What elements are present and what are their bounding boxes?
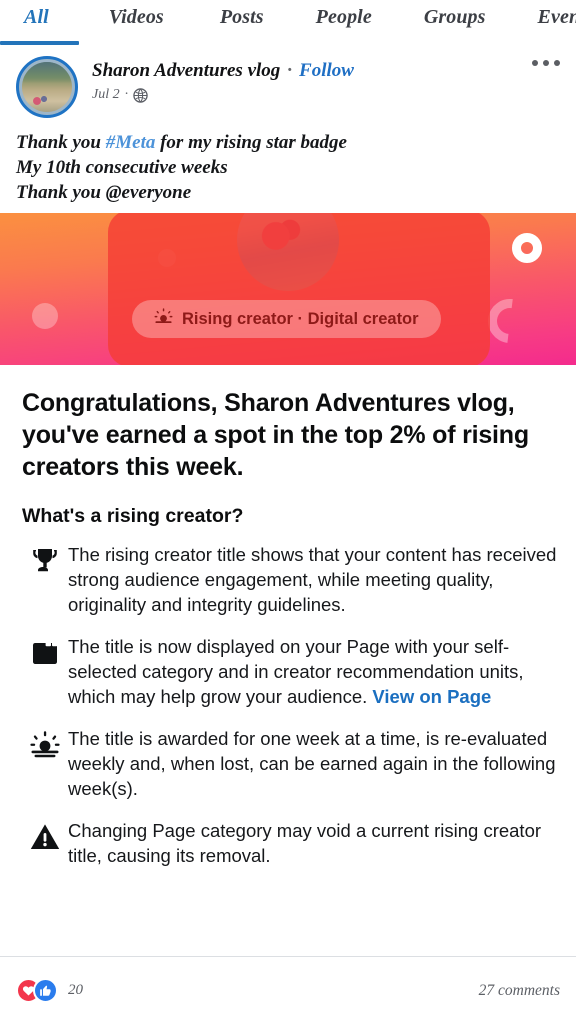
like-reaction-icon [33,978,58,1003]
sunrise-icon [22,726,68,761]
post-text-line-2: My 10th consecutive weeks [16,157,228,178]
active-tab-indicator [0,41,79,45]
list-item-text: The title is now displayed on your Page … [68,634,558,709]
rising-creator-subheading: What's a rising creator? [22,505,244,527]
rising-creator-info-list: The rising creator title shows that your… [0,528,576,868]
search-filter-tabbar: All Videos Posts People Groups Events [0,0,576,46]
rising-creator-badge-pill[interactable]: Rising creator · Digital creator [132,300,441,338]
tab-people[interactable]: People [316,0,372,29]
post-text-line-1-after: for my rising star badge [155,132,347,153]
list-item: The title is now displayed on your Page … [22,634,558,709]
avatar-photo [22,62,72,112]
page-icon [22,634,68,669]
post-date: Jul 2 [92,87,120,102]
avatar[interactable] [16,56,78,118]
warning-icon [22,818,68,853]
name-separator: · [287,60,293,81]
reaction-icons-stack [16,978,58,1003]
list-item-text: The rising creator title shows that your… [68,544,557,615]
list-item-text: The title is awarded for one week at a t… [68,728,556,799]
reaction-count: 20 [68,982,83,998]
list-item-text: Changing Page category may void a curren… [68,820,542,866]
rising-creator-banner[interactable] [0,213,576,365]
meta-separator: · [124,87,129,102]
hashtag-meta[interactable]: #Meta [106,132,156,153]
page-name[interactable]: Sharon Adventures vlog [92,60,280,82]
tab-videos[interactable]: Videos [109,0,164,29]
post-footer: 20 27 comments [0,956,576,1024]
list-item: The title is awarded for one week at a t… [22,726,558,801]
list-item: The rising creator title shows that your… [22,542,558,617]
badge-label: Rising creator · Digital creator [182,309,419,328]
more-options-icon[interactable] [532,60,560,66]
author-row: Sharon Adventures vlog · Follow [92,60,560,82]
tab-groups[interactable]: Groups [424,0,486,29]
post-text-line-1-before: Thank you [16,132,106,153]
tab-all[interactable]: All [24,0,49,29]
reactions-group[interactable]: 20 [16,978,83,1003]
view-on-page-link[interactable]: View on Page [372,686,491,707]
decorative-dot-icon [32,303,58,329]
tab-posts[interactable]: Posts [220,0,264,29]
comments-count[interactable]: 27 comments [479,982,560,1000]
sunrise-icon [154,307,173,331]
congratulations-heading: Congratulations, Sharon Adventures vlog,… [22,389,529,481]
highlight-overlay-card [108,213,490,365]
post-text-line-1: Thank you #Meta for my rising star badge [16,130,560,155]
post-meta-row: Jul 2 · [92,87,560,103]
follow-button[interactable]: Follow [299,60,354,82]
list-item: Changing Page category may void a curren… [22,818,558,868]
post-header-text: Sharon Adventures vlog · Follow Jul 2 · [92,56,560,103]
globe-icon [133,87,148,103]
post-body-text: Thank you #Meta for my rising star badge… [0,118,576,205]
decorative-ring-icon [512,233,542,263]
tab-events[interactable]: Events [538,0,576,29]
post-header: Sharon Adventures vlog · Follow Jul 2 · [0,46,576,118]
post-text-line-3: Thank you @everyone [16,182,192,203]
trophy-icon [22,542,68,577]
